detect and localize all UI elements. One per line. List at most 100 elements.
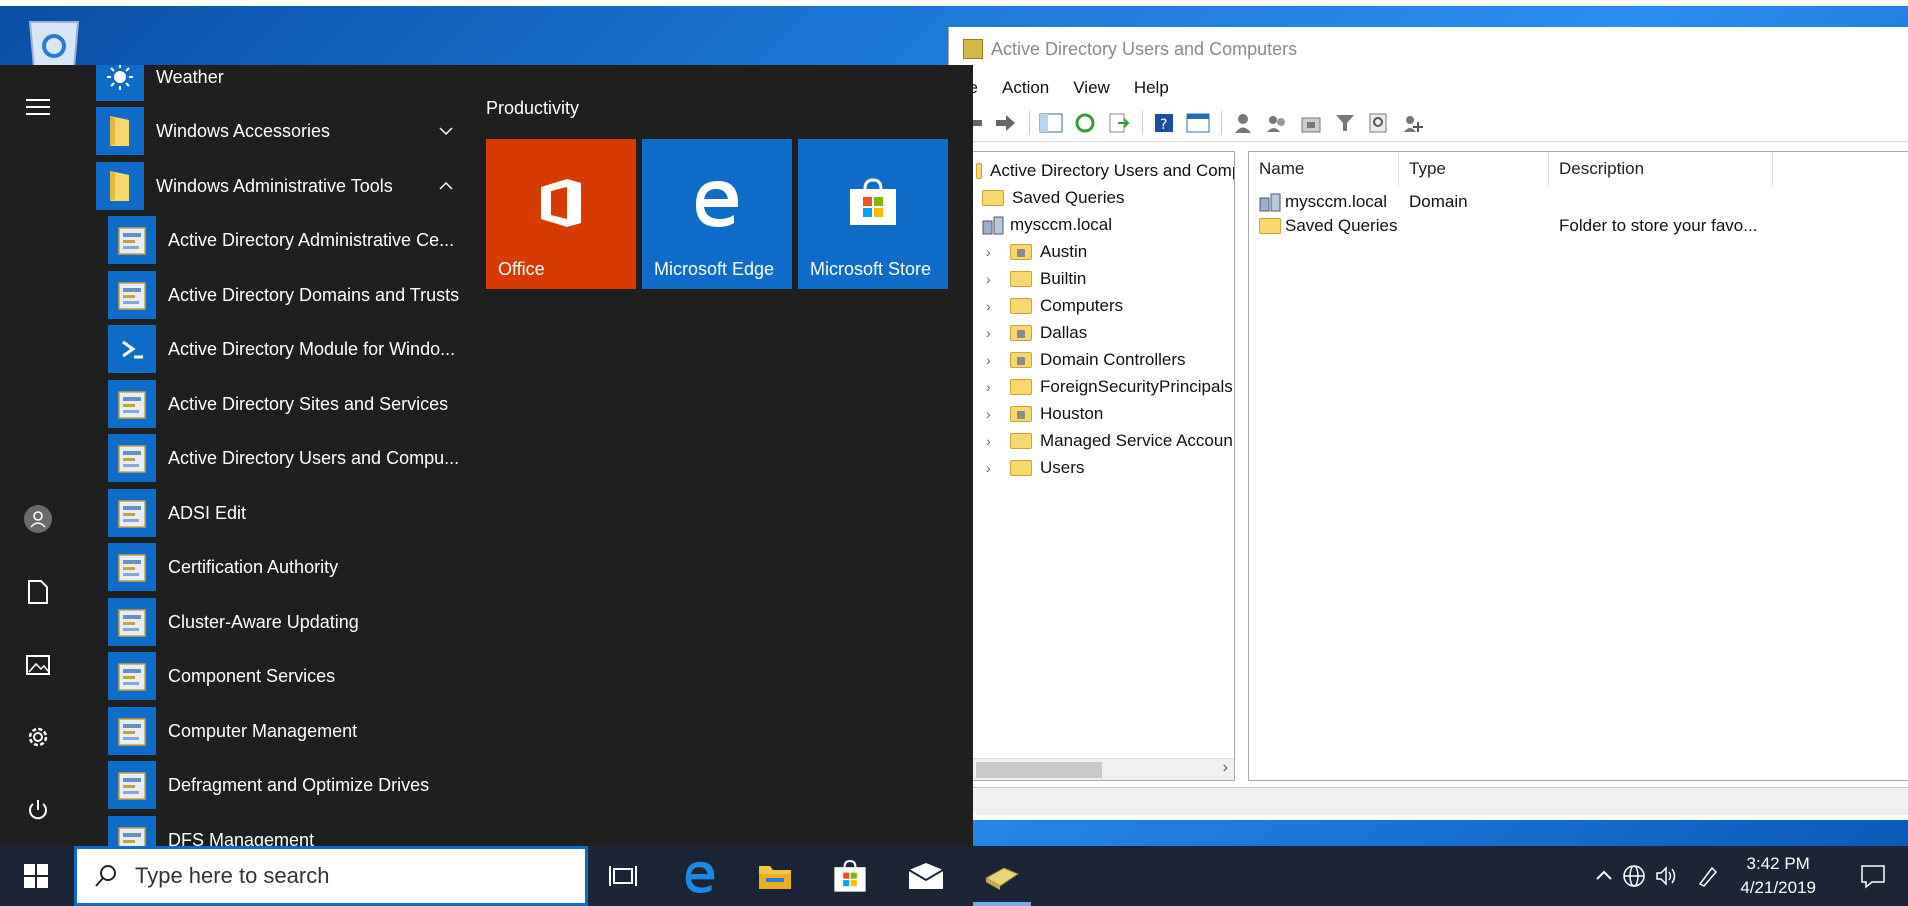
window-titlebar[interactable]: Active Directory Users and Computers — [949, 27, 1908, 72]
tree-node[interactable]: › Houston — [986, 401, 1103, 427]
start-app-ad-admin-center[interactable]: Active Directory Administrative Ce... — [96, 216, 466, 264]
documents-icon[interactable] — [18, 572, 58, 612]
taskbar-store[interactable] — [813, 846, 887, 906]
ad-users-computers-icon — [108, 434, 156, 482]
start-app-ad-sites-services[interactable]: Active Directory Sites and Services — [96, 380, 466, 428]
pictures-icon[interactable] — [18, 645, 58, 685]
start-rail — [0, 65, 76, 846]
create-group-icon[interactable] — [1264, 110, 1290, 136]
menu-help[interactable]: Help — [1122, 78, 1181, 98]
tree-expand-chevron-icon[interactable]: › — [986, 244, 1002, 260]
taskbar-ad-users-computers[interactable] — [965, 846, 1039, 906]
scroll-thumb[interactable] — [976, 762, 1102, 778]
start-app-ad-domains-trusts[interactable]: Active Directory Domains and Trusts — [96, 271, 466, 319]
help-icon[interactable]: ? — [1151, 110, 1177, 136]
tree-expand-chevron-icon[interactable]: › — [986, 271, 1002, 287]
tile-label: Microsoft Store — [810, 259, 932, 279]
start-app-adsi-edit[interactable]: ADSI Edit — [96, 489, 466, 537]
chevron-up-icon[interactable] — [438, 178, 454, 199]
forward-icon[interactable] — [993, 110, 1019, 136]
tree-expand-chevron-icon[interactable]: › — [986, 433, 1002, 449]
file-explorer-icon — [759, 866, 791, 889]
start-app-defrag[interactable]: Defragment and Optimize Drives — [96, 761, 466, 809]
tree-node[interactable]: Active Directory Users and Comp — [976, 158, 1234, 184]
chevron-down-icon[interactable] — [438, 123, 454, 144]
tree-node[interactable]: › Austin — [986, 239, 1087, 265]
start-app-powershell[interactable]: Active Directory Module for Windo... — [96, 325, 466, 373]
tree-node[interactable]: › Users — [986, 455, 1084, 481]
start-app-cert-authority[interactable]: Certification Authority — [96, 543, 466, 591]
edge-icon — [685, 861, 715, 893]
tree-node[interactable]: › Builtin — [986, 266, 1086, 292]
app-label: Windows Administrative Tools — [156, 175, 393, 196]
column-header-name[interactable]: Name — [1249, 152, 1399, 186]
task-view-button[interactable] — [586, 846, 660, 906]
app-label: Computer Management — [168, 720, 358, 741]
settings-gear-icon[interactable] — [18, 717, 58, 757]
clock[interactable]: 3:42 PM 4/21/2019 — [1740, 852, 1816, 900]
properties-icon[interactable] — [1185, 110, 1211, 136]
tree-node[interactable]: › Computers — [986, 293, 1123, 319]
export-list-icon[interactable] — [1106, 110, 1132, 136]
volume-icon[interactable] — [1654, 864, 1678, 888]
create-ou-icon[interactable] — [1298, 110, 1324, 136]
weather-icon — [96, 65, 144, 101]
tree-expand-chevron-icon[interactable]: › — [986, 325, 1002, 341]
refresh-icon[interactable] — [1072, 110, 1098, 136]
start-app-dfs-management[interactable]: DFS Management — [96, 816, 466, 846]
start-app-cluster-updating[interactable]: Cluster-Aware Updating — [96, 598, 466, 646]
ad-root-icon — [976, 163, 982, 179]
tree-expand-chevron-icon[interactable]: › — [986, 352, 1002, 368]
tile-label: Office — [498, 259, 545, 279]
ad-sites-services-icon — [108, 380, 156, 428]
taskbar-search-box[interactable]: Type here to search — [74, 846, 588, 906]
start-app-computer-management[interactable]: Computer Management — [96, 707, 466, 755]
tree-node[interactable]: › ForeignSecurityPrincipals — [986, 374, 1233, 400]
create-user-icon[interactable] — [1230, 110, 1256, 136]
tree-expand-chevron-icon[interactable]: › — [986, 460, 1002, 476]
taskbar-file-explorer[interactable] — [738, 846, 812, 906]
tree-node[interactable]: › Domain Controllers — [986, 347, 1186, 373]
folder-icon — [1010, 298, 1032, 314]
scroll-right-arrow-icon[interactable]: › — [1223, 759, 1228, 777]
tile-office[interactable]: Office — [486, 139, 636, 289]
start-app-weather[interactable]: Weather — [96, 65, 466, 101]
start-app-folder[interactable]: Windows Administrative Tools — [96, 162, 466, 210]
tree-horizontal-scrollbar[interactable]: › — [972, 758, 1234, 780]
tree-node-label: ForeignSecurityPrincipals — [1040, 377, 1233, 396]
start-app-component-services[interactable]: Component Services — [96, 652, 466, 700]
table-row[interactable]: Saved Queries Folder to store your favo..… — [1259, 212, 1899, 240]
menu-action[interactable]: Action — [990, 78, 1061, 98]
network-globe-icon[interactable] — [1622, 864, 1646, 888]
tile-microsoft-edge[interactable]: Microsoft Edge — [642, 139, 792, 289]
hamburger-menu-icon[interactable] — [18, 87, 58, 127]
menu-view[interactable]: View — [1061, 78, 1122, 98]
tree-node[interactable]: › Managed Service Accoun — [986, 428, 1233, 454]
tree-expand-chevron-icon[interactable]: › — [986, 406, 1002, 422]
filter-icon[interactable] — [1332, 110, 1358, 136]
user-account-icon[interactable] — [18, 499, 58, 539]
start-button[interactable] — [0, 846, 72, 906]
column-header-type[interactable]: Type — [1399, 152, 1549, 186]
show-console-tree-icon[interactable] — [1038, 110, 1064, 136]
show-hidden-icons-chevron-icon[interactable] — [1594, 865, 1614, 885]
taskbar-mail[interactable] — [889, 846, 963, 906]
organizational-unit-icon — [1010, 325, 1032, 341]
taskbar-edge[interactable] — [663, 846, 737, 906]
tree-expand-chevron-icon[interactable]: › — [986, 298, 1002, 314]
start-app-folder[interactable]: Windows Accessories — [96, 107, 466, 155]
add-to-group-icon[interactable] — [1400, 110, 1426, 136]
tree-node[interactable]: mysccm.local — [982, 212, 1112, 238]
tree-expand-chevron-icon[interactable]: › — [986, 379, 1002, 395]
start-app-ad-users-computers[interactable]: Active Directory Users and Compu... — [96, 434, 466, 482]
pen-workspace-icon[interactable] — [1696, 864, 1720, 888]
column-header-description[interactable]: Description — [1549, 152, 1773, 186]
tile-microsoft-store[interactable]: Microsoft Store — [798, 139, 948, 289]
tree-node[interactable]: Saved Queries — [982, 185, 1124, 211]
tree-node-label: Computers — [1040, 296, 1124, 315]
power-icon[interactable] — [18, 790, 58, 830]
action-center-icon[interactable] — [1860, 863, 1886, 889]
tree-node[interactable]: › Dallas — [986, 320, 1087, 346]
recycle-bin-icon[interactable] — [24, 18, 84, 69]
find-icon[interactable] — [1366, 110, 1392, 136]
